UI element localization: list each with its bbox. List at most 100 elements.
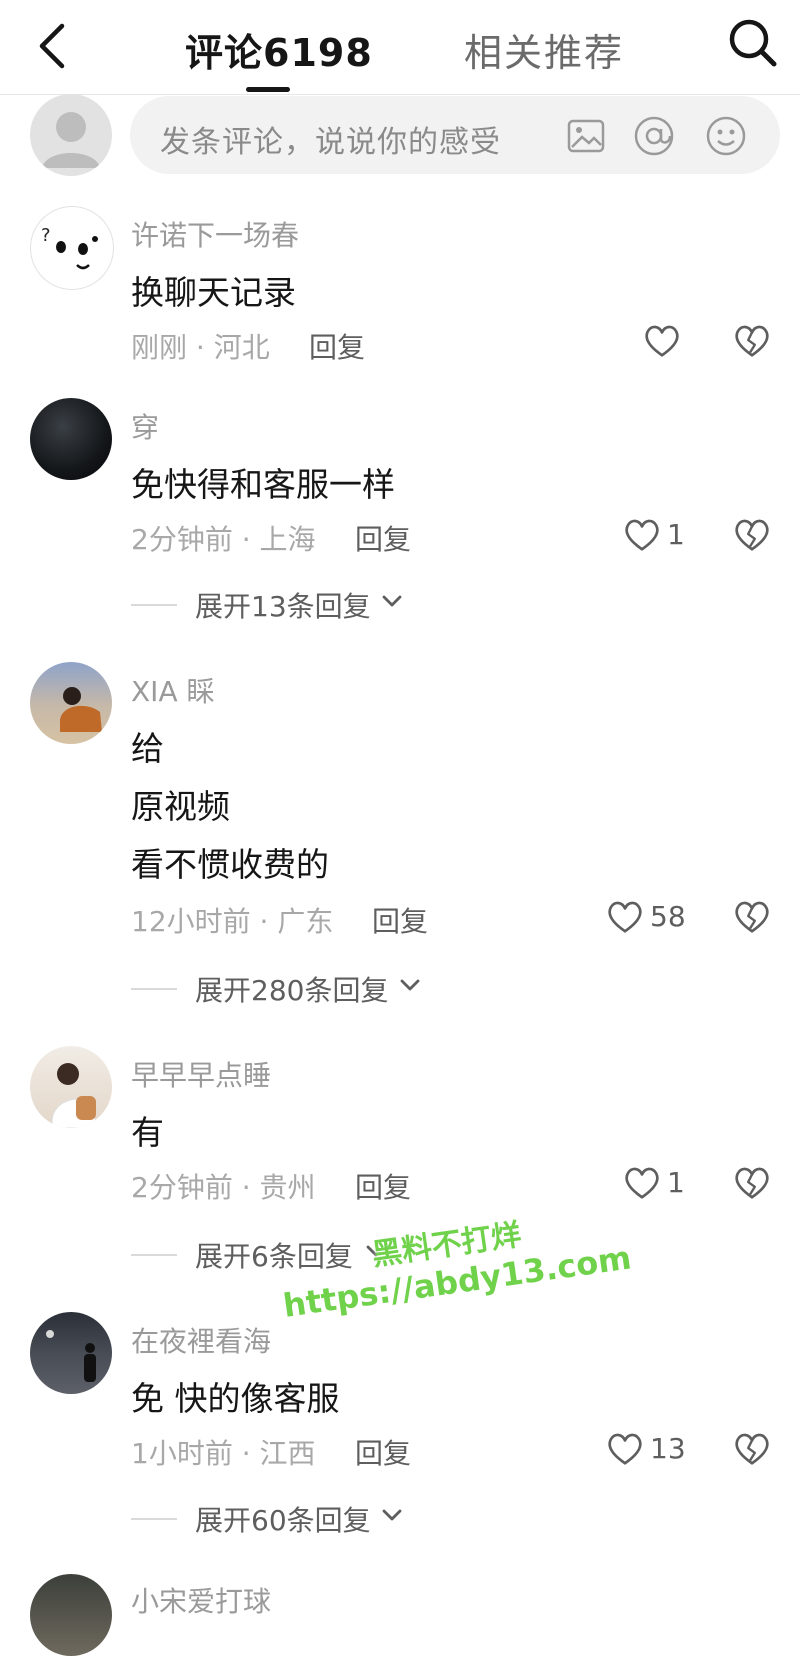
avatar[interactable] bbox=[30, 398, 112, 480]
avatar[interactable]: ? bbox=[30, 206, 114, 290]
comment-region: 广东 bbox=[277, 905, 334, 938]
comments-header: 评论6198 相关推荐 bbox=[0, 0, 800, 95]
comment-username[interactable]: 小宋爱打球 bbox=[131, 1580, 271, 1620]
comment-meta: 1小时前 · 江西 bbox=[131, 1432, 316, 1472]
tab-related[interactable]: 相关推荐 bbox=[464, 22, 624, 77]
user-placeholder-icon bbox=[42, 112, 100, 168]
comment-username[interactable]: 许诺下一场春 bbox=[131, 214, 299, 254]
expand-replies-button[interactable]: 展开13条回复 bbox=[131, 584, 471, 624]
broken-heart-icon bbox=[735, 1167, 769, 1199]
expand-divider bbox=[131, 988, 177, 990]
comment-meta: 2分钟前 · 上海 bbox=[131, 518, 316, 558]
comment-text: 免快得和客服一样 bbox=[131, 465, 395, 504]
meta-separator: · bbox=[259, 905, 269, 938]
comment-time: 2分钟前 bbox=[131, 523, 233, 556]
comment-region: 江西 bbox=[259, 1437, 316, 1470]
broken-heart-icon bbox=[735, 519, 769, 551]
doodle-face-avatar: ? bbox=[41, 225, 98, 270]
dislike-button[interactable] bbox=[733, 1430, 773, 1470]
reply-button[interactable]: 回复 bbox=[355, 518, 411, 558]
like-button[interactable]: 1 bbox=[623, 516, 693, 560]
like-count: 58 bbox=[650, 900, 686, 933]
back-button[interactable] bbox=[28, 18, 80, 74]
comment-region: 河北 bbox=[213, 331, 270, 364]
dislike-button[interactable] bbox=[733, 322, 773, 362]
reply-button[interactable]: 回复 bbox=[372, 900, 428, 940]
comment-text: 原视频 bbox=[131, 787, 230, 826]
comment-text: 有 bbox=[131, 1113, 164, 1152]
image-button[interactable] bbox=[564, 114, 608, 158]
heart-icon bbox=[625, 519, 659, 551]
comment-meta: 12小时前 · 广东 bbox=[131, 900, 333, 940]
chevron-down-icon bbox=[400, 979, 420, 991]
like-button[interactable]: 13 bbox=[606, 1430, 696, 1474]
tab-comments[interactable]: 评论6198 bbox=[185, 22, 373, 77]
like-count: 13 bbox=[650, 1432, 686, 1465]
comment-time: 刚刚 bbox=[131, 331, 188, 364]
mention-button[interactable] bbox=[632, 114, 676, 158]
watermark: 黑料不打烊 https://abdy13.com bbox=[270, 1160, 645, 1339]
comment-username[interactable]: 穿 bbox=[131, 406, 159, 446]
dislike-button[interactable] bbox=[733, 898, 773, 938]
expand-replies-button[interactable]: 展开60条回复 bbox=[131, 1498, 471, 1538]
dislike-button[interactable] bbox=[733, 516, 773, 556]
reply-button[interactable]: 回复 bbox=[355, 1432, 411, 1472]
chevron-down-icon bbox=[382, 1509, 402, 1521]
avatar[interactable] bbox=[30, 1574, 112, 1656]
avatar[interactable] bbox=[30, 662, 112, 744]
svg-text:?: ? bbox=[41, 225, 51, 246]
comment-text: 免 快的像客服 bbox=[131, 1379, 340, 1418]
like-count: 1 bbox=[667, 518, 685, 551]
dislike-button[interactable] bbox=[733, 1164, 773, 1204]
search-button[interactable] bbox=[722, 12, 782, 72]
comment-time: 1小时前 bbox=[131, 1437, 233, 1470]
emoji-icon bbox=[706, 116, 746, 156]
image-icon bbox=[567, 119, 605, 153]
at-icon bbox=[634, 116, 674, 156]
heart-icon bbox=[608, 1433, 642, 1465]
like-button[interactable]: 1 bbox=[623, 1164, 693, 1208]
chevron-down-icon bbox=[382, 595, 402, 607]
expand-divider bbox=[131, 1254, 177, 1256]
expand-replies-label: 展开280条回复 bbox=[195, 974, 389, 1007]
comment-time: 2分钟前 bbox=[131, 1171, 233, 1204]
my-avatar[interactable] bbox=[30, 94, 112, 176]
expand-replies-button[interactable]: 展开280条回复 bbox=[131, 968, 471, 1008]
comment-text: 看不惯收费的 bbox=[131, 845, 329, 884]
comment-meta: 刚刚 · 河北 bbox=[131, 326, 270, 366]
comment-placeholder: 发条评论，说说你的感受 bbox=[160, 125, 501, 160]
comment-meta: 2分钟前 · 贵州 bbox=[131, 1166, 316, 1206]
active-tab-indicator bbox=[246, 87, 290, 92]
broken-heart-icon bbox=[735, 1433, 769, 1465]
expand-divider bbox=[131, 604, 177, 606]
avatar[interactable] bbox=[30, 1046, 112, 1128]
person-photo bbox=[51, 1063, 97, 1128]
broken-heart-icon bbox=[735, 901, 769, 933]
comment-username[interactable]: XIA 睬 bbox=[131, 670, 215, 710]
comment-region: 上海 bbox=[259, 523, 316, 556]
expand-replies-label: 展开13条回复 bbox=[195, 590, 371, 623]
comment-text: 给 bbox=[131, 729, 164, 768]
search-icon bbox=[729, 19, 777, 67]
expand-divider bbox=[131, 1518, 177, 1520]
reply-button[interactable]: 回复 bbox=[309, 326, 365, 366]
chevron-left-icon bbox=[39, 23, 65, 69]
heart-icon bbox=[645, 325, 679, 357]
like-button[interactable] bbox=[643, 322, 687, 366]
person-photo bbox=[60, 687, 102, 732]
avatar[interactable] bbox=[30, 1312, 112, 1394]
meta-separator: · bbox=[195, 331, 205, 364]
meta-separator: · bbox=[241, 523, 251, 556]
like-count: 1 bbox=[667, 1166, 685, 1199]
like-button[interactable]: 58 bbox=[606, 898, 696, 942]
comment-text: 换聊天记录 bbox=[131, 273, 296, 312]
comment-username[interactable]: 在夜裡看海 bbox=[131, 1320, 271, 1360]
comment-region: 贵州 bbox=[259, 1171, 316, 1204]
broken-heart-icon bbox=[735, 325, 769, 357]
comment-username[interactable]: 早早早点睡 bbox=[131, 1054, 271, 1094]
comment-input[interactable]: 发条评论，说说你的感受 bbox=[130, 96, 780, 174]
meta-separator: · bbox=[241, 1437, 251, 1470]
expand-replies-label: 展开60条回复 bbox=[195, 1504, 371, 1537]
emoji-button[interactable] bbox=[704, 114, 748, 158]
heart-icon bbox=[608, 901, 642, 933]
